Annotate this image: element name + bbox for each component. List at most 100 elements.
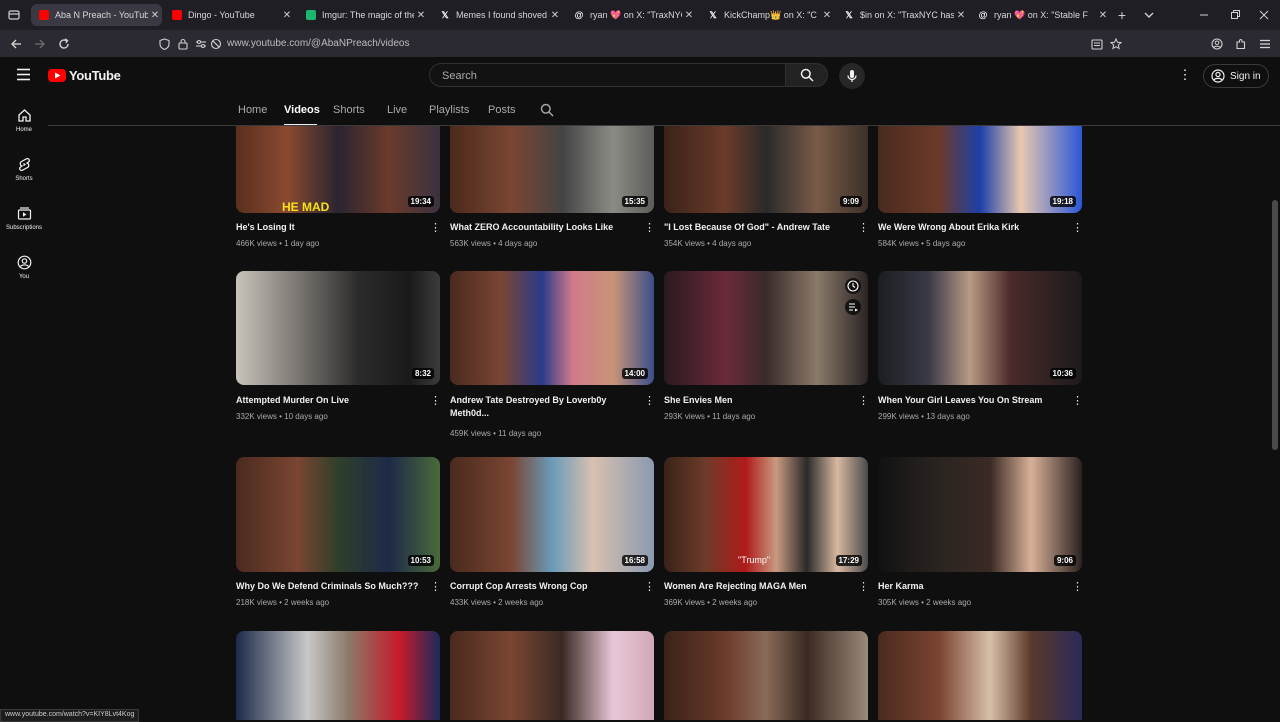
video-duration: 17:29 xyxy=(835,555,862,566)
browser-tab-7[interactable]: @ ryan 💖 on X: "Stable F ✕ xyxy=(970,4,1110,26)
video-thumbnail[interactable]: 9:09 xyxy=(664,126,868,213)
lock-icon[interactable] xyxy=(174,35,192,53)
extensions-icon[interactable] xyxy=(1232,35,1250,53)
video-menu-icon[interactable]: ⋮ xyxy=(430,580,441,594)
sidebar-item-shorts[interactable]: Shorts xyxy=(0,157,48,182)
close-icon[interactable]: ✕ xyxy=(820,10,834,21)
video-thumbnail[interactable]: HE MAD 19:34 xyxy=(236,126,440,213)
video-thumbnail[interactable] xyxy=(664,631,868,720)
video-title[interactable]: Andrew Tate Destroyed By Loverb0y Meth0d… xyxy=(450,394,635,420)
video-menu-icon[interactable]: ⋮ xyxy=(1072,580,1083,594)
tracking-protection-icon[interactable] xyxy=(207,35,225,53)
menu-icon[interactable] xyxy=(1256,35,1274,53)
video-title[interactable]: Corrupt Cop Arrests Wrong Cop xyxy=(450,580,635,593)
video-thumbnail[interactable]: 9:06 xyxy=(878,457,1082,572)
sidebar-item-you[interactable]: You xyxy=(0,255,48,280)
browser-tab-3[interactable]: 𝕏 Memes I found shoved ✕ xyxy=(432,4,562,26)
video-thumbnail[interactable]: 16:58 xyxy=(450,457,654,572)
tab-shorts[interactable]: Shorts xyxy=(333,104,365,116)
video-title[interactable]: Women Are Rejecting MAGA Men xyxy=(664,580,849,593)
sign-in-button[interactable]: Sign in xyxy=(1203,64,1269,88)
close-icon[interactable]: ✕ xyxy=(548,10,562,21)
video-menu-icon[interactable]: ⋮ xyxy=(430,221,441,235)
video-menu-icon[interactable]: ⋮ xyxy=(1072,221,1083,235)
video-menu-icon[interactable]: ⋮ xyxy=(858,221,869,235)
browser-tab-4[interactable]: @ ryan 💖 on X: "TraxNYC ✕ xyxy=(566,4,696,26)
channel-search-icon[interactable] xyxy=(540,103,554,122)
bookmark-star-icon[interactable] xyxy=(1107,35,1125,53)
tab-videos[interactable]: Videos xyxy=(284,104,320,116)
video-title[interactable]: "I Lost Because Of God" - Andrew Tate xyxy=(664,221,849,234)
video-thumbnail[interactable]: "Trump" 17:29 xyxy=(664,457,868,572)
browser-tab-5[interactable]: 𝕏 KickChamp👑 on X: "C ✕ xyxy=(700,4,834,26)
search-button[interactable] xyxy=(786,63,828,87)
youtube-play-icon xyxy=(48,69,66,82)
new-tab-icon[interactable]: + xyxy=(1113,6,1131,24)
video-menu-icon[interactable]: ⋮ xyxy=(1072,394,1083,408)
tab-posts[interactable]: Posts xyxy=(488,104,516,116)
window-close-icon[interactable] xyxy=(1255,6,1273,24)
video-menu-icon[interactable]: ⋮ xyxy=(644,221,655,235)
forward-arrow-icon[interactable] xyxy=(31,35,49,53)
tab-playlists[interactable]: Playlists xyxy=(429,104,469,116)
video-menu-icon[interactable]: ⋮ xyxy=(858,394,869,408)
video-thumbnail[interactable]: 15:35 xyxy=(450,126,654,213)
search-input[interactable] xyxy=(440,69,764,83)
browser-tab-0[interactable]: Aba N Preach - YouTube ✕ xyxy=(31,4,162,26)
chevron-down-icon[interactable] xyxy=(1140,6,1158,24)
hamburger-menu-icon[interactable] xyxy=(16,68,31,86)
youtube-logo[interactable]: YouTube xyxy=(48,68,121,83)
settings-more-icon[interactable]: ⋮ xyxy=(1178,67,1192,82)
add-to-queue-icon[interactable] xyxy=(845,299,861,315)
video-menu-icon[interactable]: ⋮ xyxy=(644,580,655,594)
video-thumbnail[interactable]: 10:53 xyxy=(236,457,440,572)
video-title[interactable]: Attempted Murder On Live xyxy=(236,394,421,407)
reload-icon[interactable] xyxy=(55,35,73,53)
video-thumbnail[interactable]: 10:36 xyxy=(878,271,1082,385)
close-icon[interactable]: ✕ xyxy=(148,10,162,21)
sidebar-item-subscriptions[interactable]: Subscriptions xyxy=(0,206,48,231)
search-box[interactable] xyxy=(429,63,786,87)
browser-tab-2[interactable]: Imgur: The magic of the Int ✕ xyxy=(298,4,428,26)
reader-view-icon[interactable] xyxy=(1088,35,1106,53)
voice-search-button[interactable] xyxy=(839,63,865,89)
video-menu-icon[interactable]: ⋮ xyxy=(644,394,655,408)
close-icon[interactable]: ✕ xyxy=(280,10,294,21)
shield-icon[interactable] xyxy=(155,35,173,53)
close-icon[interactable]: ✕ xyxy=(414,10,428,21)
back-arrow-icon[interactable] xyxy=(7,35,25,53)
video-title[interactable]: What ZERO Accountability Looks Like xyxy=(450,221,635,234)
restore-icon[interactable] xyxy=(1226,6,1244,24)
video-thumbnail[interactable] xyxy=(450,631,654,720)
close-icon[interactable]: ✕ xyxy=(682,10,696,21)
video-menu-icon[interactable]: ⋮ xyxy=(430,394,441,408)
video-title[interactable]: We Were Wrong About Erika Kirk xyxy=(878,221,1063,234)
page-scrollbar[interactable] xyxy=(1272,200,1278,450)
thumbnail-overlay-text: HE MAD xyxy=(282,200,330,213)
minimize-icon[interactable] xyxy=(1195,6,1213,24)
browser-tab-6[interactable]: 𝕏 $in on X: "TraxNYC has ✕ xyxy=(836,4,968,26)
video-title[interactable]: She Envies Men xyxy=(664,394,849,407)
video-title[interactable]: Why Do We Defend Criminals So Much??? xyxy=(236,580,421,593)
tab-home[interactable]: Home xyxy=(238,104,267,116)
close-icon[interactable]: ✕ xyxy=(1096,10,1110,21)
video-title[interactable]: When Your Girl Leaves You On Stream xyxy=(878,394,1063,407)
sidebar-item-home[interactable]: Home xyxy=(0,108,48,133)
url-bar[interactable]: www.youtube.com/@AbaNPreach/videos xyxy=(227,38,409,49)
watch-later-icon[interactable] xyxy=(845,278,861,294)
video-thumbnail[interactable]: 19:18 xyxy=(878,126,1082,213)
close-icon[interactable]: ✕ xyxy=(954,10,968,21)
tab-list-icon[interactable] xyxy=(5,6,23,24)
account-icon[interactable] xyxy=(1208,35,1226,53)
video-thumbnail[interactable]: 8:32 xyxy=(236,271,440,385)
video-title[interactable]: He's Losing It xyxy=(236,221,421,234)
video-thumbnail[interactable] xyxy=(664,271,868,385)
tab-live[interactable]: Live xyxy=(387,104,407,116)
browser-tab-1[interactable]: Dingo - YouTube ✕ xyxy=(164,4,294,26)
video-thumbnail[interactable] xyxy=(878,631,1082,720)
video-title[interactable]: Her Karma xyxy=(878,580,1063,593)
video-thumbnail[interactable] xyxy=(236,631,440,720)
video-thumbnail[interactable]: 14:00 xyxy=(450,271,654,385)
video-views: 218K views xyxy=(236,598,277,607)
video-menu-icon[interactable]: ⋮ xyxy=(858,580,869,594)
